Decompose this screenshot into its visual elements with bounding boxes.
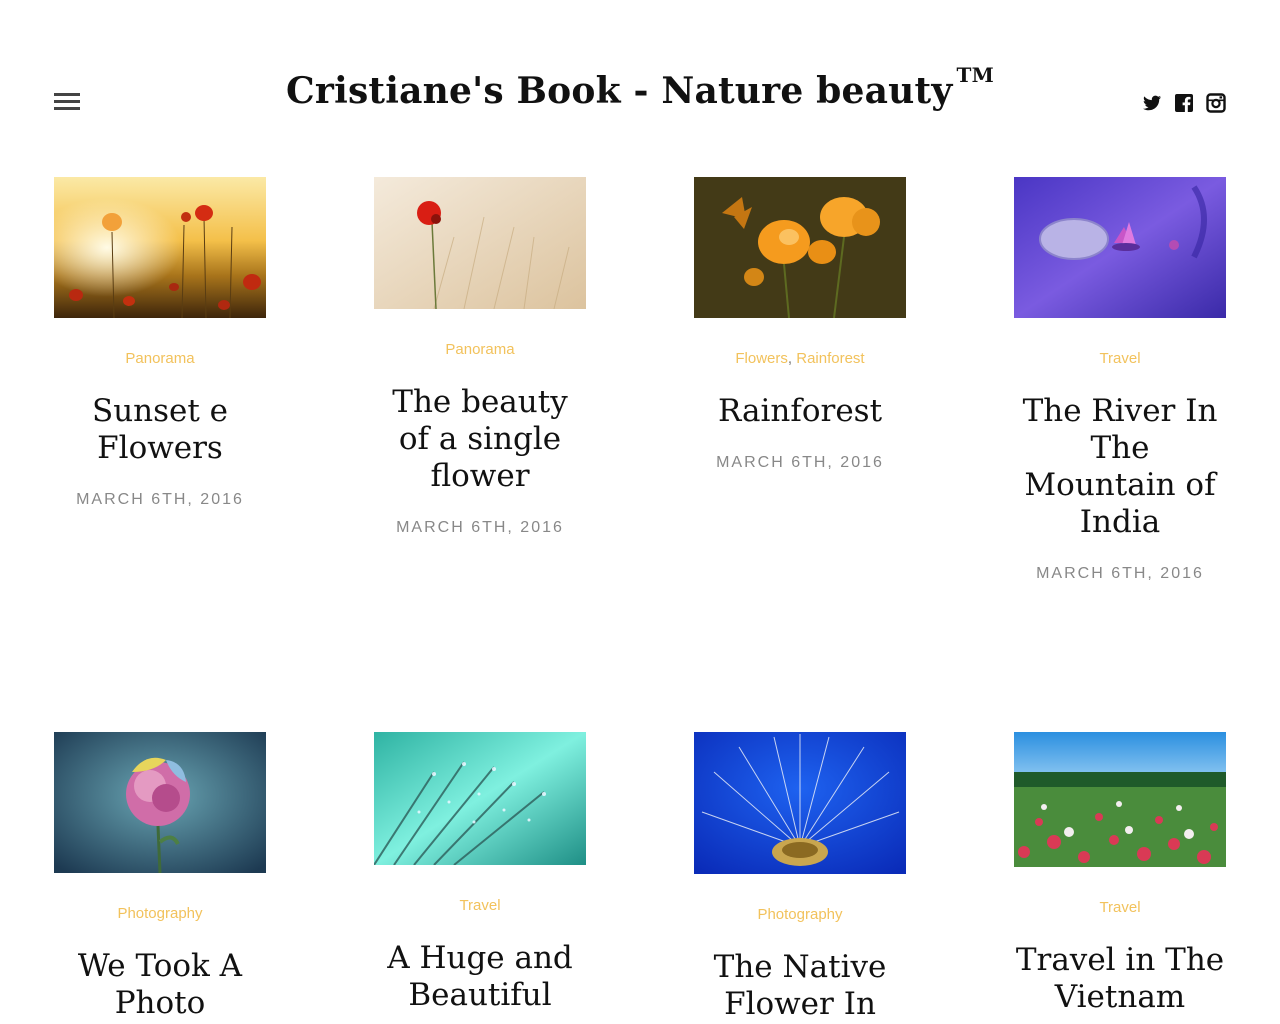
post-thumbnail[interactable] (374, 732, 586, 865)
trademark-mark: TM (956, 63, 994, 87)
category-link[interactable]: Panorama (125, 350, 194, 367)
post-title[interactable]: Sunset e Flowers (54, 393, 266, 467)
category-link[interactable]: Photography (117, 905, 202, 922)
post-card: Travel The River In The Mountain of Indi… (1014, 177, 1226, 583)
post-card: Photography The Native Flower In (694, 732, 906, 1023)
post-card: Photography We Took A Photo (54, 732, 266, 1022)
social-links (1142, 93, 1226, 113)
post-grid: Panorama Sunset e Flowers March 6th, 201… (54, 177, 1226, 1022)
post-card: Travel A Huge and Beautiful (374, 732, 586, 1014)
post-title[interactable]: The River In The Mountain of India (1014, 393, 1226, 541)
post-row: Panorama Sunset e Flowers March 6th, 201… (54, 177, 1226, 583)
rose-image (54, 732, 266, 873)
post-date: March 6th, 2016 (1036, 565, 1204, 582)
category-link[interactable]: Rainforest (796, 350, 864, 367)
category-link[interactable]: Travel (1099, 350, 1140, 367)
post-row: Photography We Took A Photo Travel A Hug… (54, 732, 1226, 1023)
post-card: Travel Travel in The Vietnam (1014, 732, 1226, 1016)
category-link[interactable]: Travel (1099, 899, 1140, 916)
post-title[interactable]: We Took A Photo (54, 948, 266, 1022)
single-poppy-image (374, 177, 586, 309)
post-date: March 6th, 2016 (396, 519, 564, 536)
post-categories: Travel (374, 897, 586, 914)
post-thumbnail[interactable] (1014, 732, 1226, 867)
post-categories: Travel (1014, 350, 1226, 367)
post-thumbnail[interactable] (374, 177, 586, 309)
post-categories: Travel (1014, 899, 1226, 916)
post-card: Flowers, Rainforest Rainforest March 6th… (694, 177, 906, 472)
post-title[interactable]: The Native Flower In (694, 949, 906, 1023)
category-link[interactable]: Panorama (445, 341, 514, 358)
post-categories: Photography (54, 905, 266, 922)
site-title-text: Cristiane's Book - Nature beauty (286, 70, 953, 112)
post-categories: Flowers, Rainforest (694, 350, 906, 367)
category-link[interactable]: Flowers (735, 350, 788, 367)
post-thumbnail[interactable] (694, 732, 906, 874)
dew-dandelion-image (374, 732, 586, 865)
site-title[interactable]: Cristiane's Book - Nature beauty TM (0, 63, 1280, 112)
post-thumbnail[interactable] (1014, 177, 1226, 318)
twitter-icon[interactable] (1142, 93, 1162, 113)
post-card: Panorama The beauty of a single flower M… (374, 177, 586, 537)
category-link[interactable]: Travel (459, 897, 500, 914)
post-date: March 6th, 2016 (716, 454, 884, 471)
post-categories: Panorama (54, 350, 266, 367)
post-thumbnail[interactable] (54, 732, 266, 873)
category-separator: , (787, 350, 797, 367)
lotus-pond-image (1014, 177, 1226, 318)
post-title[interactable]: A Huge and Beautiful (374, 940, 586, 1014)
butterfly-flowers-image (694, 177, 906, 318)
post-card: Panorama Sunset e Flowers March 6th, 201… (54, 177, 266, 509)
post-thumbnail[interactable] (694, 177, 906, 318)
post-title[interactable]: Rainforest (694, 393, 906, 430)
post-title[interactable]: Travel in The Vietnam (1014, 942, 1226, 1016)
post-categories: Panorama (374, 341, 586, 358)
post-thumbnail[interactable] (54, 177, 266, 318)
post-categories: Photography (694, 906, 906, 923)
instagram-icon[interactable] (1206, 93, 1226, 113)
post-date: March 6th, 2016 (76, 491, 244, 508)
flower-field-image (1014, 732, 1226, 867)
post-title[interactable]: The beauty of a single flower (374, 384, 586, 495)
dandelion-blue-image (694, 732, 906, 874)
sunset-poppies-image (54, 177, 266, 318)
facebook-icon[interactable] (1174, 93, 1194, 113)
category-link[interactable]: Photography (757, 906, 842, 923)
